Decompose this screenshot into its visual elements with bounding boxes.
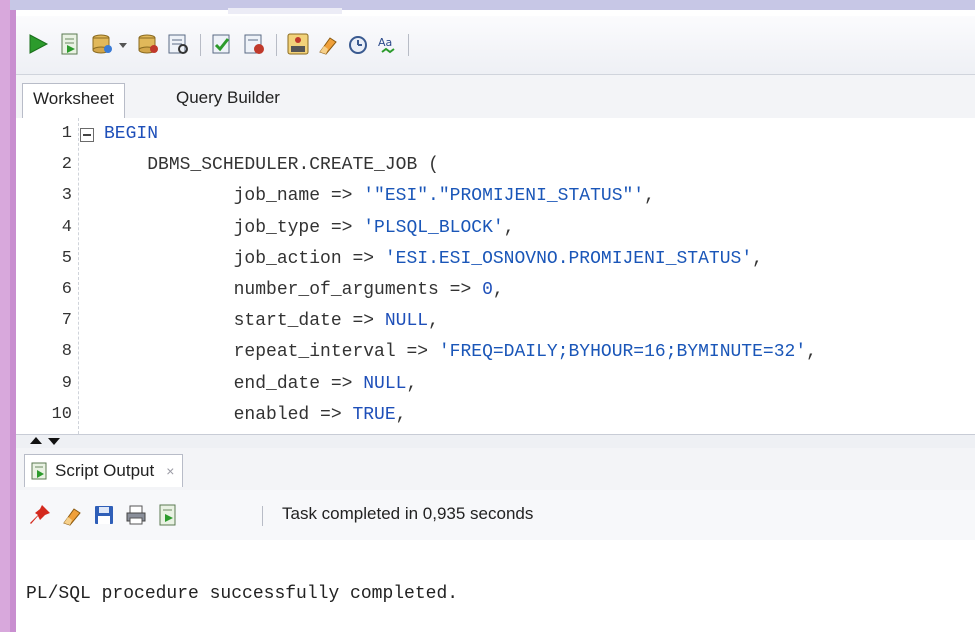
code-token: number_of_arguments => — [233, 280, 483, 300]
window-frame-highlight — [228, 8, 342, 14]
code-line[interactable]: number_of_arguments => 0, — [104, 280, 504, 300]
code-token: start_date => — [233, 311, 385, 332]
keyword-token: NULL — [384, 311, 429, 332]
sql-editor[interactable]: 1 2 3 4 5 6 7 8 9 10 BEGIN DBMS_SCHEDULER.CREATE_… — [16, 118, 975, 434]
explain-plan-icon[interactable] — [210, 32, 234, 56]
code-token: DBMS_SCHEDULER.CREATE_JOB ( — [147, 155, 439, 176]
code-line[interactable]: DBMS_SCHEDULER.CREATE_JOB ( — [104, 155, 439, 175]
code-line[interactable]: end_date => NULL, — [104, 373, 418, 394]
editor-tab-bar: Worksheet Query Builder — [16, 75, 975, 119]
svg-text:Aa: Aa — [378, 36, 392, 49]
close-tab-icon[interactable]: × — [166, 463, 174, 479]
keyword-token: NULL — [363, 373, 407, 394]
line-number: 7 — [61, 311, 72, 331]
output-toolbar: Task completed in 0,935 seconds — [16, 490, 975, 541]
worksheet-toolbar: Aa — [16, 16, 975, 75]
code-token: , — [644, 186, 655, 207]
line-number: 10 — [51, 404, 72, 424]
string-token: 'PLSQL_BLOCK' — [363, 217, 504, 238]
clear-icon[interactable] — [316, 32, 340, 56]
number-token: 0 — [482, 280, 493, 300]
code-token: repeat_interval => — [233, 342, 439, 363]
code-token: , — [806, 342, 817, 363]
rollback-icon[interactable] — [136, 32, 160, 56]
line-number: 6 — [61, 280, 72, 299]
commit-icon[interactable] — [90, 32, 114, 56]
code-token: end_date => — [233, 373, 364, 394]
unshared-worksheet-icon[interactable] — [346, 32, 370, 56]
script-output-label: Script Output — [55, 461, 155, 480]
run-script-icon[interactable] — [58, 32, 82, 56]
line-number: 4 — [61, 217, 72, 237]
keyword-token: BEGIN — [104, 124, 159, 144]
code-token: , — [492, 280, 504, 300]
string-token: '"ESI"."PROMIJENI_STATUS"' — [363, 186, 645, 207]
line-number: 5 — [61, 248, 72, 268]
code-token: , — [428, 311, 439, 332]
tab-worksheet[interactable]: Worksheet — [22, 83, 125, 118]
tab-script-output[interactable]: Script Output × — [24, 454, 184, 487]
maximize-up-icon[interactable] — [30, 437, 42, 444]
run-statement-icon[interactable] — [26, 32, 50, 56]
collapse-block-icon[interactable] — [80, 128, 94, 142]
line-number: 8 — [61, 342, 72, 362]
commit-dropdown-icon[interactable] — [116, 32, 130, 56]
sql-tuning-icon[interactable] — [242, 32, 266, 56]
pin-icon[interactable] — [28, 503, 52, 527]
save-icon[interactable] — [92, 503, 116, 527]
window-frame-left — [0, 0, 10, 632]
toolbar-separator — [200, 34, 201, 56]
code-token: job_type => — [233, 217, 364, 238]
sql-history-icon[interactable] — [286, 32, 310, 56]
line-number: 9 — [61, 373, 72, 393]
toolbar-separator — [276, 34, 277, 56]
script-output-icon — [31, 462, 47, 480]
toolbar-separator — [408, 34, 409, 56]
autotrace-icon[interactable] — [166, 32, 190, 56]
maximize-down-icon[interactable] — [48, 438, 60, 445]
line-number: 2 — [61, 155, 72, 175]
output-message: PL/SQL procedure successfully completed. — [26, 584, 459, 604]
format-icon[interactable]: Aa — [376, 32, 400, 56]
run-script-icon[interactable] — [156, 503, 180, 527]
code-token: , — [395, 404, 407, 425]
clear-icon[interactable] — [60, 503, 84, 527]
code-token: , — [406, 373, 418, 394]
toolbar-separator — [262, 506, 263, 526]
code-line[interactable]: job_action => 'ESI.ESI_OSNOVNO.PROMIJENI… — [104, 249, 763, 269]
string-token: 'ESI.ESI_OSNOVNO.PROMIJENI_STATUS' — [384, 248, 753, 269]
code-token: , — [503, 217, 515, 238]
line-number: 1 — [61, 124, 72, 143]
code-token: job_action => — [233, 248, 385, 269]
line-number: 3 — [61, 186, 72, 206]
output-tab-bar: Script Output × — [16, 448, 975, 491]
script-output-area[interactable]: PL/SQL procedure successfully completed. — [16, 540, 975, 632]
task-status-text: Task completed in 0,935 seconds — [282, 504, 534, 523]
code-token: enabled => — [233, 404, 353, 425]
keyword-token: TRUE — [352, 404, 396, 425]
code-line[interactable]: job_name => '"ESI"."PROMIJENI_STATUS"', — [104, 186, 655, 206]
code-line[interactable]: job_type => 'PLSQL_BLOCK', — [104, 218, 515, 238]
code-line[interactable]: start_date => NULL, — [104, 311, 439, 331]
code-token: , — [752, 248, 763, 269]
string-token: 'FREQ=DAILY;BYHOUR=16;BYMINUTE=32' — [438, 342, 807, 363]
print-icon[interactable] — [124, 503, 148, 527]
line-number-gutter: 1 2 3 4 5 6 7 8 9 10 — [16, 118, 79, 434]
window-frame-top — [0, 0, 975, 10]
code-line[interactable]: repeat_interval => 'FREQ=DAILY;BYHOUR=16… — [104, 342, 817, 362]
code-line[interactable]: enabled => TRUE, — [104, 404, 407, 425]
tab-query-builder[interactable]: Query Builder — [166, 83, 290, 117]
code-token: job_name => — [233, 186, 364, 207]
code-line[interactable]: BEGIN — [104, 124, 158, 144]
